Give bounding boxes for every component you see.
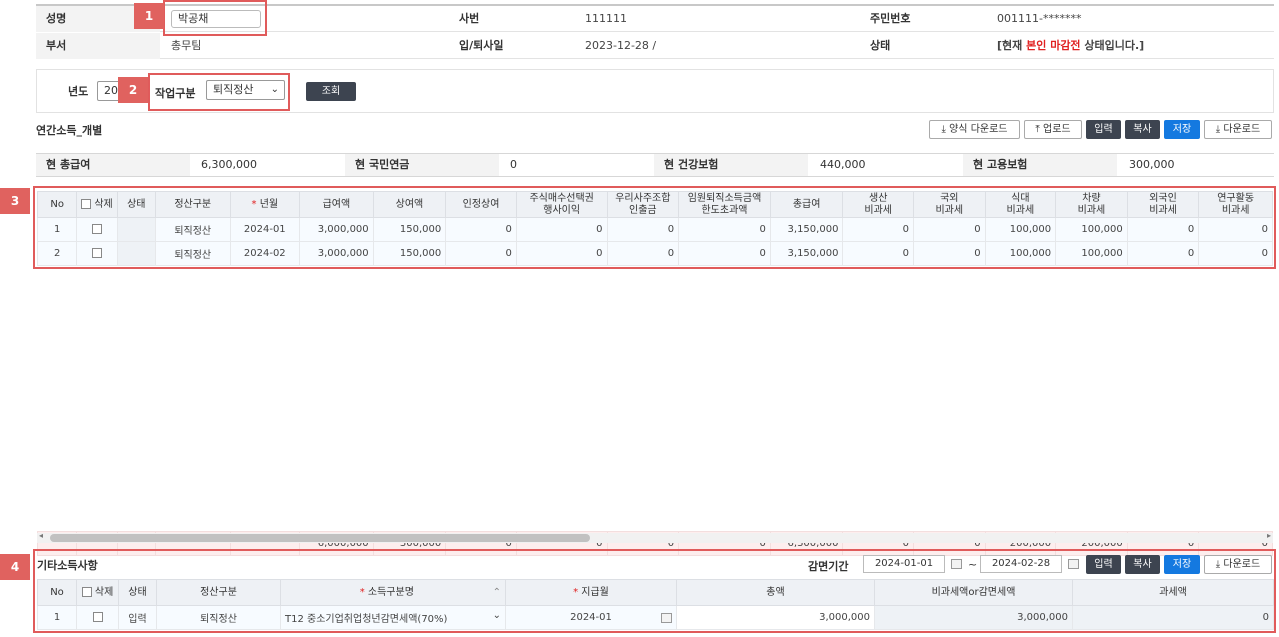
summary-bar: 현 총급여 6,300,000 현 국민연금 0 현 건강보험 440,000 … [36, 153, 1274, 177]
required-mark: * [359, 586, 365, 598]
status-suffix: 상태입니다.] [1084, 39, 1145, 52]
dept-value: 총무팀 [171, 39, 202, 52]
cell-no[interactable]: 1 [37, 605, 77, 630]
join-value: 2023-12-28 / [585, 39, 657, 52]
form-download-label: 양식 다운로드 [949, 124, 1008, 135]
cell-status[interactable]: 입력 [118, 605, 157, 630]
rrn-value: 001111-******* [997, 12, 1082, 25]
period-to-input[interactable]: 2024-02-28 [980, 555, 1062, 573]
calendar-icon[interactable] [1068, 559, 1079, 569]
cell-income-type[interactable]: T12 중소기업취업청년감면세액(70%) ⌄ [280, 605, 506, 630]
period-separator: ~ [968, 558, 978, 571]
highlight-box-1 [163, 0, 267, 36]
form-download-button[interactable]: ⤓ 양식 다운로드 [929, 120, 1020, 139]
sort-up-icon[interactable]: ⌃ [493, 587, 505, 599]
income-type-value: T12 중소기업취업청년감면세액(70%) [285, 614, 448, 625]
other-col-header-taxable[interactable]: 과세액 [1072, 579, 1274, 606]
period-from-input[interactable]: 2024-01-01 [863, 555, 945, 573]
other-download-label: 다운로드 [1223, 559, 1261, 570]
horizontal-scrollbar[interactable]: ◂ ▸ [37, 531, 1273, 543]
summary-label-gross: 현 총급여 [36, 154, 190, 176]
download-label: 다운로드 [1223, 124, 1261, 135]
cell-delete[interactable] [76, 605, 119, 630]
annual-income-title: 연간소득_개별 [36, 124, 103, 137]
marker-1: 1 [134, 3, 164, 29]
info-row-2: 부서 총무팀 입/퇴사일 2023-12-28 / 상태 [현재 본인 마감전 … [36, 33, 1274, 59]
summary-value-health: 440,000 [820, 158, 866, 171]
marker-4: 4 [0, 554, 30, 580]
status-highlight: 본인 마감전 [1026, 39, 1081, 52]
download-icon: ⤓ [941, 124, 946, 135]
save-button[interactable]: 저장 [1164, 120, 1200, 139]
emp-no-value: 111111 [585, 12, 627, 25]
upload-button[interactable]: ⤒ 업로드 [1024, 120, 1082, 139]
other-income-grid: No 삭제 상태 정산구분 * 소득구분명 ⌃ * 지급월 총액 비과세액or감… [37, 579, 1274, 630]
emp-no-label: 사번 [459, 12, 480, 25]
status-message: [현재 본인 마감전 상태입니다.] [997, 33, 1144, 59]
cell-settle-type[interactable]: 퇴직정산 [156, 605, 281, 630]
marker-2: 2 [118, 77, 148, 103]
other-col-header-delete[interactable]: 삭제 [76, 579, 119, 606]
download-icon: ⤓ [1215, 559, 1221, 570]
pay-month-value: 2024-01 [570, 612, 612, 623]
chevron-down-icon[interactable]: ⌄ [493, 610, 501, 621]
calendar-icon[interactable] [661, 613, 672, 623]
summary-label-pension: 현 국민연금 [345, 154, 499, 176]
cell-pay-month[interactable]: 2024-01 [505, 605, 677, 630]
other-col-header-pay-month[interactable]: * 지급월 [505, 579, 677, 606]
name-label: 성명 [46, 12, 67, 25]
download-button[interactable]: ⤓ 다운로드 [1204, 120, 1272, 139]
year-label: 년도 [68, 85, 89, 98]
other-col-header-total[interactable]: 총액 [676, 579, 875, 606]
status-label: 상태 [870, 39, 891, 52]
copy-button[interactable]: 복사 [1125, 120, 1160, 139]
other-col-header-income-type-label: 소득구분명 [367, 586, 414, 598]
period-label: 감면기간 [808, 560, 849, 573]
other-col-header-pay-month-label: 지급월 [581, 586, 609, 598]
input-button[interactable]: 입력 [1086, 120, 1121, 139]
summary-label-employment: 현 고용보험 [963, 154, 1117, 176]
other-col-header-nontax[interactable]: 비과세액or감면세액 [874, 579, 1073, 606]
grid-empty-area [37, 266, 1273, 531]
upload-icon: ⤒ [1035, 124, 1040, 135]
rrn-label: 주민번호 [870, 12, 911, 25]
other-input-button[interactable]: 입력 [1086, 555, 1121, 574]
dept-label: 부서 [46, 39, 67, 52]
cell-total[interactable]: 3,000,000 [676, 605, 875, 630]
other-col-header-no[interactable]: No [37, 579, 77, 606]
other-save-button[interactable]: 저장 [1164, 555, 1200, 574]
other-col-header-delete-label: 삭제 [94, 586, 114, 598]
marker-3: 3 [0, 188, 30, 214]
scrollbar-thumb[interactable] [50, 534, 590, 542]
summary-value-pension: 0 [510, 158, 517, 171]
cell-taxable[interactable]: 0 [1072, 605, 1274, 630]
other-download-button[interactable]: ⤓ 다운로드 [1204, 555, 1272, 574]
other-col-header-income-type[interactable]: * 소득구분명 ⌃ [280, 579, 506, 606]
other-col-header-status[interactable]: 상태 [118, 579, 157, 606]
scroll-left-icon[interactable]: ◂ [39, 531, 43, 540]
other-grid-header-row: No 삭제 상태 정산구분 * 소득구분명 ⌃ * 지급월 총액 비과세액or감… [37, 579, 1274, 606]
upload-label: 업로드 [1043, 124, 1071, 135]
highlight-box-3 [33, 186, 1276, 269]
highlight-box-2 [148, 73, 290, 111]
scroll-right-icon[interactable]: ▸ [1267, 531, 1271, 540]
table-row[interactable]: 1 입력 퇴직정산 T12 중소기업취업청년감면세액(70%) ⌄ 2024-01 3,00… [37, 605, 1274, 630]
download-icon: ⤓ [1215, 124, 1221, 135]
row-delete-checkbox[interactable] [92, 612, 103, 622]
calendar-icon[interactable] [951, 559, 962, 569]
other-copy-button[interactable]: 복사 [1125, 555, 1160, 574]
query-button[interactable]: 조회 [306, 82, 356, 101]
status-prefix: [현재 [997, 39, 1023, 52]
other-select-all-checkbox[interactable] [81, 586, 92, 597]
required-mark: * [573, 586, 579, 598]
summary-value-employment: 300,000 [1129, 158, 1175, 171]
cell-nontax[interactable]: 3,000,000 [874, 605, 1073, 630]
summary-label-health: 현 건강보험 [654, 154, 808, 176]
other-income-title: 기타소득사항 [37, 559, 98, 572]
summary-value-gross: 6,300,000 [201, 158, 257, 171]
join-label: 입/퇴사일 [459, 39, 504, 52]
other-col-header-settle-type[interactable]: 정산구분 [156, 579, 281, 606]
